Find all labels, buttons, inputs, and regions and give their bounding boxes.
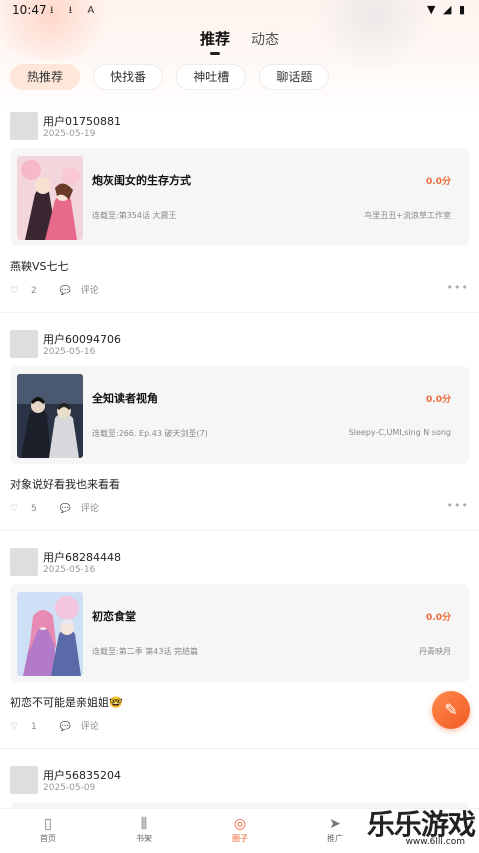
comment-icon: 💬 — [59, 286, 71, 296]
home-icon: ▯ — [44, 816, 52, 832]
download-icon: ⭳ ⭳ A — [50, 5, 101, 16]
book-author: Sleepy-C,UMI,sing N song — [348, 428, 451, 437]
book-progress: 连载至:266. Ep.43 破天剑圣(7) — [92, 429, 208, 438]
comment-button[interactable]: 💬 评论 — [60, 286, 109, 296]
divider — [0, 312, 479, 313]
nav-home[interactable]: ▯ 首页 — [18, 815, 78, 844]
like-button[interactable]: ♡ 1 — [10, 722, 47, 732]
book-title: 全知读者视角 — [92, 392, 158, 405]
book-progress: 连载至:第354话 大震王 — [92, 211, 177, 220]
book-score: 0.0分 — [426, 177, 451, 187]
post-actions: ♡ 1 💬 评论 — [10, 719, 119, 732]
bookshelf-icon: ⫼ — [140, 816, 148, 832]
heart-icon: ♡ — [10, 286, 19, 296]
username[interactable]: 用户68284448 — [43, 549, 121, 565]
book-title: 炮灰闺女的生存方式 — [92, 174, 191, 187]
book-author: 丹青映月 — [419, 647, 451, 656]
comment-button[interactable]: 💬 评论 — [60, 504, 109, 514]
post-date: 2025-05-19 — [43, 129, 96, 139]
compose-button[interactable]: ✎ — [432, 691, 470, 729]
username[interactable]: 用户60094706 — [43, 331, 121, 347]
status-bar: 10:47 ⭳ ⭳ A ▼ ◢ ▮ — [0, 0, 479, 22]
book-card[interactable]: 全知读者视角 0.0分 连载至:266. Ep.43 破天剑圣(7) Sleep… — [10, 366, 469, 464]
paper-plane-icon: ➤ — [329, 816, 341, 832]
watermark: 乐乐游戏 www.6lll.com — [363, 803, 476, 853]
comment-icon: 💬 — [59, 722, 71, 732]
divider — [0, 748, 479, 749]
planet-icon: ◎ — [233, 816, 247, 832]
watermark-url: www.6lll.com — [405, 837, 465, 847]
chip-hot[interactable]: 热推荐 — [10, 64, 81, 90]
book-score: 0.0分 — [426, 613, 451, 623]
chip-topic[interactable]: 聊话题 — [259, 64, 330, 90]
like-button[interactable]: ♡ 2 — [10, 286, 47, 296]
more-icon[interactable]: ••• — [447, 281, 469, 294]
heart-icon: ♡ — [10, 722, 19, 732]
book-title: 初恋食堂 — [92, 610, 136, 623]
like-button[interactable]: ♡ 5 — [10, 504, 47, 514]
more-icon[interactable]: ••• — [447, 499, 469, 512]
comment-button[interactable]: 💬 评论 — [60, 722, 109, 732]
post-date: 2025-05-09 — [43, 783, 96, 793]
avatar[interactable] — [10, 330, 38, 358]
post-actions: ♡ 2 💬 评论 — [10, 283, 119, 296]
signal-battery-icon: ▼ ◢ ▮ — [427, 3, 467, 16]
chip-find[interactable]: 快找番 — [93, 64, 164, 90]
post-text: 对象说好看我也来看看 — [10, 478, 120, 491]
avatar[interactable] — [10, 112, 38, 140]
book-author: 鸟里丑丑+流浪草工作室 — [364, 211, 451, 220]
feather-icon: ✎ — [444, 700, 458, 719]
avatar[interactable] — [10, 548, 38, 576]
book-score: 0.0分 — [426, 395, 451, 405]
category-chips: 热推荐 快找番 神吐槽 聊话题 — [10, 64, 337, 90]
book-cover — [17, 156, 83, 240]
post-date: 2025-05-16 — [43, 565, 96, 575]
book-card[interactable]: 初恋食堂 0.0分 连载至:第二季 第43话 完结篇 丹青映月 — [10, 584, 469, 682]
post-date: 2025-05-16 — [43, 347, 96, 357]
divider — [0, 530, 479, 531]
avatar[interactable] — [10, 766, 38, 794]
top-tabs: 推荐 动态 — [0, 28, 479, 55]
book-progress: 连载至:第二季 第43话 完结篇 — [92, 647, 198, 656]
status-time: 10:47 — [12, 3, 47, 17]
book-cover — [17, 592, 83, 676]
post-actions: ♡ 5 💬 评论 — [10, 501, 119, 514]
nav-shelf[interactable]: ⫼ 书架 — [114, 815, 174, 844]
chip-roast[interactable]: 神吐槽 — [176, 64, 247, 90]
post-text: 初恋不可能是亲姐姐🤓 — [10, 696, 123, 709]
username[interactable]: 用户56835204 — [43, 767, 121, 783]
post-text: 燕鞅VS七七 — [10, 260, 69, 273]
nav-circle[interactable]: ◎ 圈子 — [210, 815, 270, 844]
tab-recommend[interactable]: 推荐 — [200, 28, 230, 55]
tab-feed[interactable]: 动态 — [251, 29, 279, 55]
username[interactable]: 用户01750881 — [43, 113, 121, 129]
book-card[interactable]: 炮灰闺女的生存方式 0.0分 连载至:第354话 大震王 鸟里丑丑+流浪草工作室 — [10, 148, 469, 246]
heart-icon: ♡ — [10, 504, 19, 514]
nav-promote[interactable]: ➤ 推广 — [305, 815, 365, 844]
comment-icon: 💬 — [59, 504, 71, 514]
book-cover — [17, 374, 83, 458]
